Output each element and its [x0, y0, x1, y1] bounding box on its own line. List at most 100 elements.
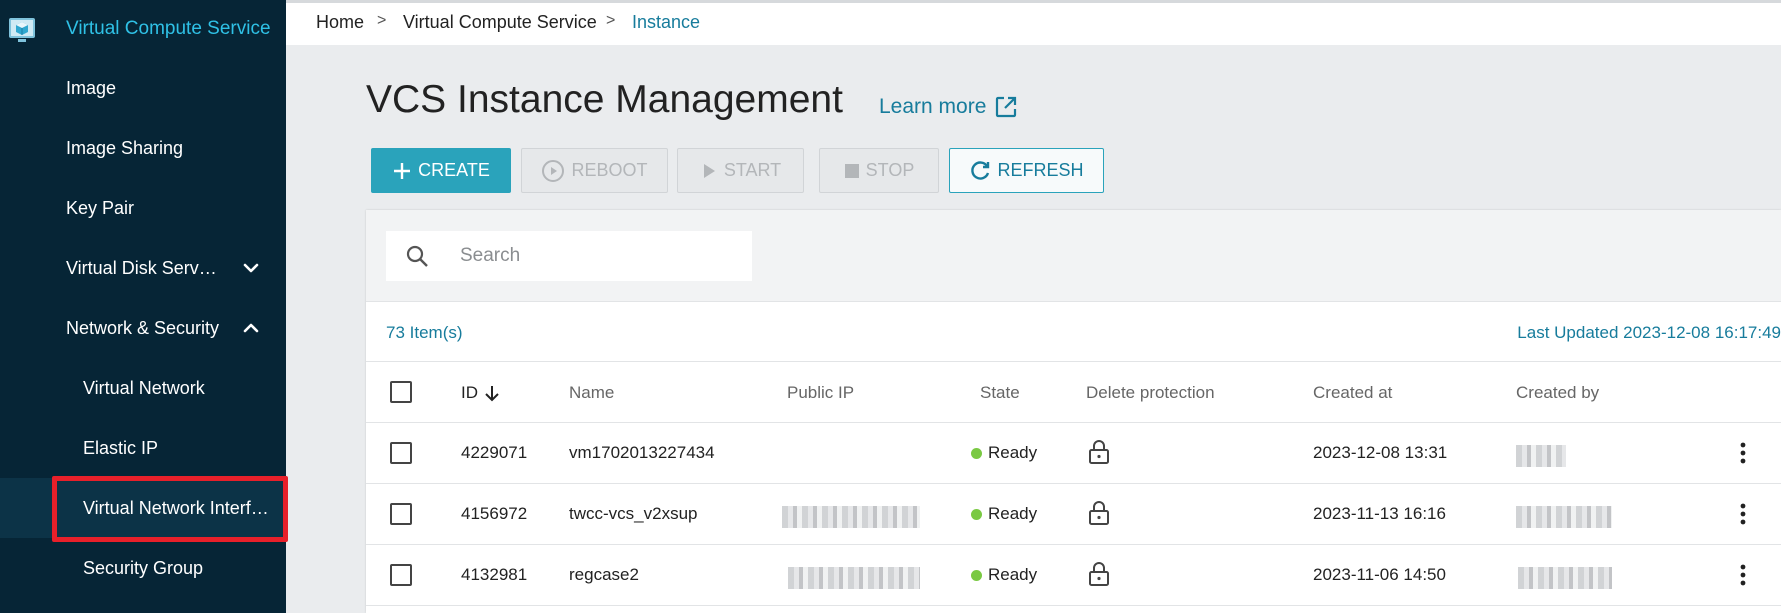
breadcrumb-home[interactable]: Home — [316, 12, 364, 33]
sidebar-item-label: Key Pair — [66, 197, 135, 218]
play-circle-icon — [542, 159, 565, 182]
lock-icon — [1089, 562, 1109, 586]
cell-id: 4229071 — [461, 443, 528, 462]
instance-panel: 73 Item(s) Last Updated 2023-12-08 16:17… — [366, 210, 1781, 613]
row-checkbox[interactable] — [390, 564, 412, 586]
last-updated: Last Updated 2023-12-08 16:17:49 — [1517, 323, 1781, 342]
lock-icon — [1089, 440, 1109, 464]
table-row[interactable]: 4156972 twcc-vcs_v2xsup Ready 2023-11-13… — [366, 484, 1781, 545]
breadcrumb-current-instance: Instance — [632, 12, 701, 32]
column-header-created-at[interactable]: Created at — [1313, 383, 1392, 403]
breadcrumb-virtual-compute-service[interactable]: Virtual Compute Service — [403, 12, 597, 33]
external-link-icon — [996, 96, 1017, 118]
cell-created-at: 2023-11-06 14:50 — [1313, 565, 1446, 584]
more-options-icon[interactable] — [1740, 502, 1746, 526]
cell-state: Ready — [971, 565, 1037, 585]
search-area — [366, 210, 1781, 302]
state-label: Ready — [988, 565, 1038, 584]
select-all-checkbox[interactable] — [390, 381, 412, 403]
breadcrumb-separator: > — [606, 12, 616, 29]
redacted-created-by — [1518, 567, 1612, 589]
sidebar-item-label: Virtual Network — [83, 377, 205, 398]
sidebar-item-virtual-disk-service[interactable]: Virtual Disk Serv… — [0, 238, 286, 298]
row-checkbox[interactable] — [390, 442, 412, 464]
start-button-label: START — [723, 160, 782, 180]
refresh-icon — [971, 160, 990, 180]
refresh-button-label: REFRESH — [997, 160, 1084, 180]
column-header-name[interactable]: Name — [569, 383, 614, 403]
cell-name[interactable]: vm1702013227434 — [569, 443, 715, 463]
table-header: ID Name Public IP State Delete protectio… — [366, 362, 1781, 423]
cube-service-icon — [9, 18, 35, 42]
status-dot-icon — [971, 508, 982, 520]
column-header-public-ip[interactable]: Public IP — [787, 383, 854, 403]
sidebar-item-image-sharing[interactable]: Image Sharing — [0, 118, 286, 178]
sidebar-service-title: Virtual Compute Service — [66, 18, 271, 39]
cell-name[interactable]: twcc-vcs_v2xsup — [569, 504, 697, 524]
refresh-button[interactable]: REFRESH — [949, 148, 1104, 193]
sidebar-item-label: Virtual Network Interf… — [83, 497, 269, 518]
table-summary: 73 Item(s) Last Updated 2023-12-08 16:17… — [366, 302, 1781, 362]
cell-id: 4156972 — [461, 504, 528, 523]
sidebar-item-elastic-ip[interactable]: Elastic IP — [0, 418, 286, 478]
cell-id: 4132981 — [461, 565, 528, 584]
create-button-label: CREATE — [418, 160, 490, 180]
create-button[interactable]: CREATE — [371, 148, 511, 193]
search-box[interactable] — [386, 231, 752, 281]
sidebar-item-virtual-network[interactable]: Virtual Network — [0, 358, 286, 418]
state-label: Ready — [988, 504, 1038, 523]
sidebar-item-label: Image Sharing — [66, 137, 184, 158]
sidebar: Virtual Compute Service Image Image Shar… — [0, 0, 286, 613]
column-header-delete-protection[interactable]: Delete protection — [1086, 383, 1215, 403]
sidebar-item-key-pair[interactable]: Key Pair — [0, 178, 286, 238]
reboot-button[interactable]: REBOOT — [521, 148, 668, 193]
learn-more-label: Learn more — [879, 95, 987, 118]
cell-created-at: 2023-11-13 16:16 — [1313, 504, 1446, 523]
column-header-id-label: ID — [461, 383, 478, 402]
sidebar-item-virtual-network-interface[interactable]: Virtual Network Interf… — [0, 478, 286, 538]
play-icon — [703, 163, 715, 178]
chevron-down-icon — [243, 263, 259, 273]
lock-icon — [1089, 501, 1109, 525]
breadcrumb: Home > Virtual Compute Service > Instanc… — [286, 0, 1781, 45]
sidebar-item-network-security[interactable]: Network & Security — [0, 298, 286, 358]
column-header-id[interactable]: ID — [461, 383, 500, 403]
learn-more-link[interactable]: Learn more — [879, 95, 1018, 119]
row-checkbox[interactable] — [390, 503, 412, 525]
sidebar-item-image[interactable]: Image — [0, 58, 286, 118]
sidebar-header[interactable]: Virtual Compute Service — [0, 0, 286, 58]
cell-created-at: 2023-12-08 13:31 — [1313, 443, 1448, 462]
item-count: 73 Item(s) — [386, 323, 463, 342]
table-row[interactable]: 4132981 regcase2 Ready 2023-11-06 14:50 — [366, 545, 1781, 606]
sort-descending-icon — [485, 386, 499, 402]
status-dot-icon — [971, 447, 982, 459]
breadcrumb-separator: > — [377, 12, 387, 29]
sidebar-item-security-group[interactable]: Security Group — [0, 538, 286, 598]
stop-button[interactable]: STOP — [819, 148, 939, 193]
redacted-created-by — [1516, 506, 1612, 528]
search-input[interactable] — [460, 243, 740, 269]
redacted-public-ip — [788, 567, 920, 589]
plus-icon — [394, 162, 411, 179]
state-label: Ready — [988, 443, 1038, 462]
sidebar-item-label: Network & Security — [66, 317, 220, 338]
page-title: VCS Instance Management — [366, 78, 843, 121]
sidebar-item-label: Security Group — [83, 557, 204, 578]
cell-state: Ready — [971, 443, 1037, 463]
search-icon — [406, 245, 428, 267]
chevron-up-icon — [243, 323, 259, 333]
redacted-created-by — [1516, 445, 1566, 467]
sidebar-item-label: Elastic IP — [83, 437, 159, 458]
stop-button-label: STOP — [865, 160, 915, 180]
table-row[interactable]: 4229071 vm1702013227434 Ready 2023-12-08… — [366, 423, 1781, 484]
start-button[interactable]: START — [677, 148, 804, 193]
more-options-icon[interactable] — [1740, 441, 1746, 465]
column-header-state[interactable]: State — [980, 383, 1020, 403]
status-dot-icon — [971, 569, 982, 581]
sidebar-item-label: Image — [66, 77, 117, 98]
sidebar-item-label: Virtual Disk Serv… — [66, 257, 217, 278]
cell-state: Ready — [971, 504, 1037, 524]
cell-name[interactable]: regcase2 — [569, 565, 639, 585]
more-options-icon[interactable] — [1740, 563, 1746, 587]
column-header-created-by[interactable]: Created by — [1516, 383, 1599, 403]
